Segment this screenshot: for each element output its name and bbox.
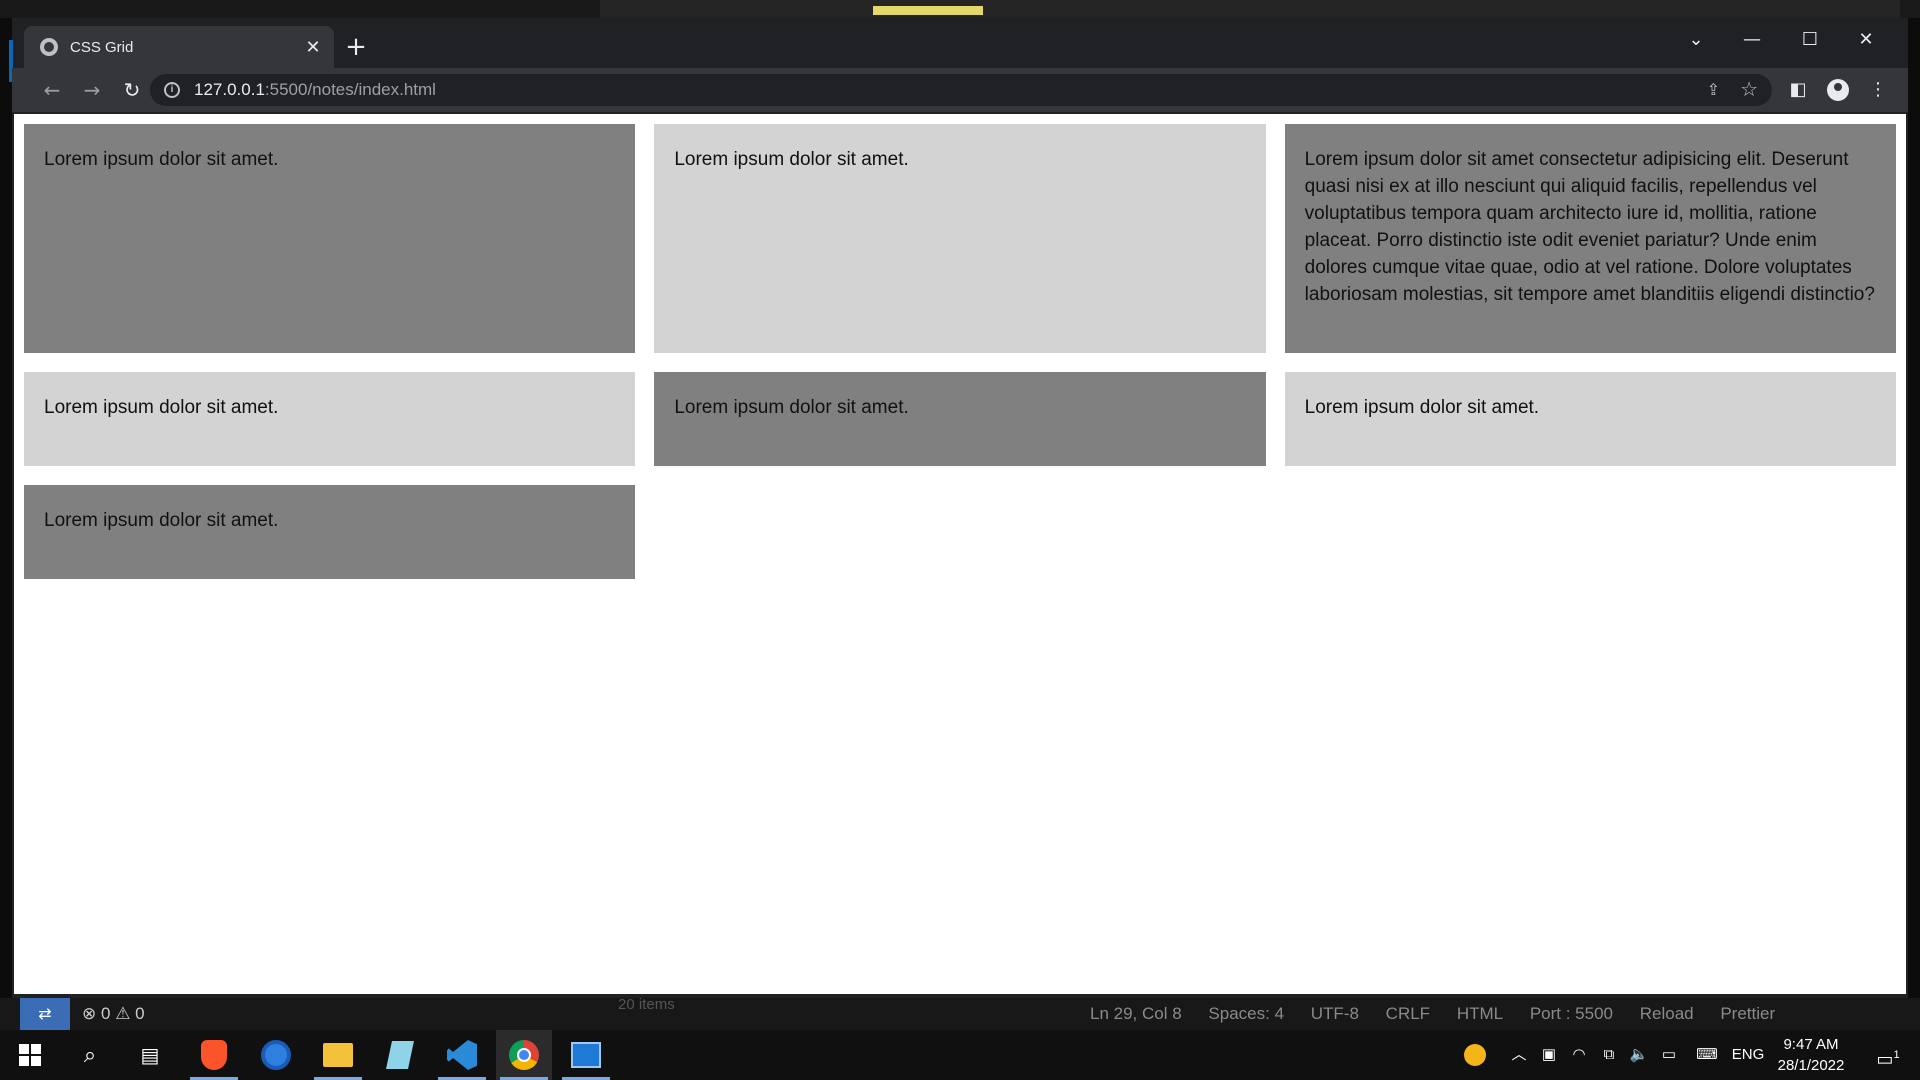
encoding[interactable]: UTF-8 xyxy=(1311,1004,1359,1023)
kebab-menu-icon[interactable]: ⋮ xyxy=(1862,74,1894,106)
address-bar[interactable]: i 127.0.0.1:5500/notes/index.html ⇪ ☆ xyxy=(150,74,1772,106)
close-tab-icon[interactable]: ✕ xyxy=(298,37,328,58)
grid-item-2: Lorem ipsum dolor sit amet. xyxy=(654,124,1266,353)
notification-count: 1 xyxy=(1893,1049,1900,1061)
grid-item-3: Lorem ipsum dolor sit amet consectetur a… xyxy=(1284,124,1896,353)
brave-icon[interactable] xyxy=(186,1030,242,1080)
error-count: 0 xyxy=(100,1004,111,1023)
minimize-button[interactable]: — xyxy=(1724,18,1780,62)
search-icon[interactable]: ⌕ xyxy=(62,1030,118,1080)
css-grid-container: Lorem ipsum dolor sit amet. Lorem ipsum … xyxy=(24,124,1896,579)
grid-item-1: Lorem ipsum dolor sit amet. xyxy=(24,124,636,353)
bookmark-star-icon[interactable]: ☆ xyxy=(1740,77,1758,101)
explorer-item-count: 20 items xyxy=(618,996,675,1013)
back-arrow-icon[interactable]: ← xyxy=(36,74,68,106)
wifi-icon[interactable]: ◠ xyxy=(1566,1030,1592,1080)
volume-icon[interactable]: 🔈 xyxy=(1626,1030,1652,1080)
photos-icon[interactable] xyxy=(558,1030,614,1080)
start-icon[interactable] xyxy=(2,1030,58,1080)
chrome-icon[interactable] xyxy=(496,1030,552,1080)
task-view-icon[interactable]: ▤ xyxy=(122,1030,178,1080)
cursor-position[interactable]: Ln 29, Col 8 xyxy=(1090,1004,1182,1023)
keyboard-icon[interactable]: ⌨ xyxy=(1690,1030,1724,1080)
profile-avatar-icon[interactable] xyxy=(1822,74,1854,106)
forward-arrow-icon[interactable]: → xyxy=(76,74,108,106)
background-window-edge xyxy=(0,0,600,18)
warning-icon: ⚠ xyxy=(115,1004,131,1023)
error-icon: ⊗ xyxy=(82,1004,97,1023)
grid-item-7: Lorem ipsum dolor sit amet. xyxy=(24,485,636,579)
notification-center-icon[interactable]: ▭1 xyxy=(1866,1030,1910,1080)
grid-item-4: Lorem ipsum dolor sit amet. xyxy=(24,372,636,466)
clock-time: 9:47 AM xyxy=(1783,1036,1839,1053)
background-highlight xyxy=(873,6,983,15)
background-window-strip xyxy=(0,0,1920,18)
side-panel-icon[interactable]: ◧ xyxy=(1782,74,1814,106)
share-icon[interactable]: ⇪ xyxy=(1707,80,1720,99)
url-host: 127.0.0.1 xyxy=(194,80,265,99)
windows-taskbar: ⌕ ▤ ︿ ▣ ◠ ⧉ 🔈 ▭ ⌨ ENG 9:47 AM 28/1/2022 … xyxy=(0,1030,1920,1080)
maximize-button[interactable]: ☐ xyxy=(1782,18,1838,62)
browser-toolbar: ← → ↻ i 127.0.0.1:5500/notes/index.html … xyxy=(12,68,1908,112)
weather-icon[interactable] xyxy=(1460,1030,1490,1080)
reload-button[interactable]: Reload xyxy=(1640,1004,1694,1023)
show-hidden-icons-chevron-icon[interactable]: ︿ xyxy=(1506,1030,1532,1080)
prettier-status[interactable]: Prettier xyxy=(1720,1004,1775,1023)
input-language[interactable]: ENG xyxy=(1728,1030,1768,1080)
new-tab-button[interactable]: + xyxy=(340,32,372,64)
page-viewport: Lorem ipsum dolor sit amet. Lorem ipsum … xyxy=(14,114,1906,994)
url-text[interactable]: 127.0.0.1:5500/notes/index.html xyxy=(194,80,436,100)
tab-title: CSS Grid xyxy=(70,38,134,56)
tab-strip: CSS Grid ✕ + ⌄ — ☐ ✕ xyxy=(9,18,1908,82)
status-items: Ln 29, Col 8 Spaces: 4 UTF-8 CRLF HTML P… xyxy=(1090,998,1797,1030)
close-window-button[interactable]: ✕ xyxy=(1838,18,1894,62)
meet-now-icon[interactable]: ▣ xyxy=(1536,1030,1562,1080)
url-path: :5500/notes/index.html xyxy=(264,80,436,99)
live-server-port[interactable]: Port : 5500 xyxy=(1530,1004,1613,1023)
firefox-icon[interactable] xyxy=(248,1030,304,1080)
tab-css-grid[interactable]: CSS Grid ✕ xyxy=(24,26,334,68)
grid-item-6: Lorem ipsum dolor sit amet. xyxy=(1284,372,1896,466)
vscode-status-bar: ⇄ ⊗ 0 ⚠ 0 20 items Ln 29, Col 8 Spaces: … xyxy=(0,996,1920,1030)
vscode-icon[interactable] xyxy=(434,1030,490,1080)
browser-window: CSS Grid ✕ + ⌄ — ☐ ✕ ← → ↻ i 127.0.0.1:5… xyxy=(9,18,1908,998)
warning-count: 0 xyxy=(135,1004,145,1023)
file-explorer-icon[interactable] xyxy=(310,1030,366,1080)
grid-item-5: Lorem ipsum dolor sit amet. xyxy=(654,372,1266,466)
indentation[interactable]: Spaces: 4 xyxy=(1208,1004,1284,1023)
end-of-line[interactable]: CRLF xyxy=(1386,1004,1430,1023)
background-editor-tabs xyxy=(600,0,1900,18)
tab-search-chevron-icon[interactable]: ⌄ xyxy=(1668,18,1724,62)
remote-window-icon[interactable]: ⇄ xyxy=(20,998,70,1030)
reload-icon[interactable]: ↻ xyxy=(116,74,148,106)
clock-date: 28/1/2022 xyxy=(1777,1057,1845,1074)
network-icon[interactable]: ⧉ xyxy=(1596,1030,1622,1080)
notepad-icon[interactable] xyxy=(372,1030,428,1080)
clock[interactable]: 9:47 AM 28/1/2022 xyxy=(1766,1034,1856,1076)
site-info-icon[interactable]: i xyxy=(164,82,180,98)
battery-icon[interactable]: ▭ xyxy=(1656,1030,1682,1080)
problems-indicator[interactable]: ⊗ 0 ⚠ 0 xyxy=(82,998,145,1030)
globe-icon xyxy=(40,38,58,56)
language-mode[interactable]: HTML xyxy=(1457,1004,1503,1023)
